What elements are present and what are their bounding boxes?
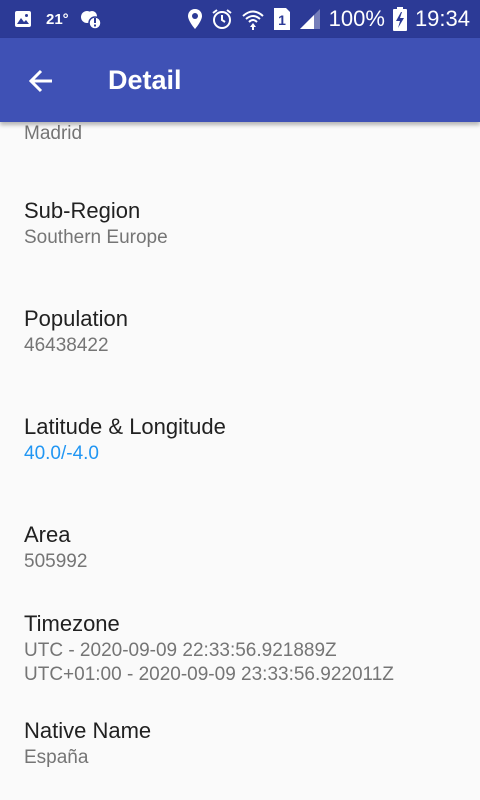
latlng-link[interactable]: 40.0/-4.0 bbox=[24, 442, 464, 466]
subregion-label: Sub-Region bbox=[24, 198, 141, 223]
temperature-text: 21° bbox=[46, 10, 69, 28]
area-value: 505992 bbox=[24, 551, 88, 572]
capital-value: Madrid bbox=[24, 123, 83, 144]
page-title: Detail bbox=[108, 65, 182, 95]
back-button[interactable] bbox=[18, 58, 64, 104]
battery-charging-icon bbox=[392, 7, 407, 31]
native-name-value: España bbox=[24, 747, 89, 768]
clock-text: 19:34 bbox=[414, 6, 470, 31]
weather-icon bbox=[79, 8, 103, 30]
population-value: 46438422 bbox=[24, 335, 109, 356]
alarm-icon bbox=[211, 8, 233, 30]
sim-slot-text: 1 bbox=[278, 12, 286, 28]
area-label: Area bbox=[24, 522, 71, 547]
status-bar-left: 21° bbox=[14, 8, 103, 30]
capital-field: Madrid bbox=[24, 122, 464, 146]
latlng-label: Latitude & Longitude bbox=[24, 414, 226, 439]
population-label: Population bbox=[24, 306, 128, 331]
area-field: Area 505992 bbox=[24, 520, 464, 574]
status-bar-right: 1 100% 19:34 bbox=[187, 6, 470, 32]
status-bar: 21° 1 100% 19:34 bbox=[0, 0, 480, 38]
detail-list[interactable]: Madrid Sub-Region Southern Europe Popula… bbox=[0, 122, 480, 800]
population-field: Population 46438422 bbox=[24, 304, 464, 358]
subregion-field: Sub-Region Southern Europe bbox=[24, 196, 464, 250]
latlng-field: Latitude & Longitude 40.0/-4.0 bbox=[24, 412, 464, 466]
native-name-field: Native Name España bbox=[24, 716, 464, 770]
app-bar: Detail bbox=[0, 38, 480, 122]
wifi-icon bbox=[241, 7, 265, 31]
battery-percent-text: 100% bbox=[328, 6, 385, 31]
gallery-icon bbox=[14, 10, 32, 28]
subregion-value: Southern Europe bbox=[24, 227, 168, 248]
sim-icon: 1 bbox=[273, 7, 291, 31]
location-icon bbox=[187, 8, 203, 30]
native-name-label: Native Name bbox=[24, 718, 152, 743]
arrow-back-icon bbox=[28, 68, 54, 94]
timezone-field: Timezone UTC - 2020-09-09 22:33:56.92188… bbox=[24, 609, 464, 687]
timezone-value-utc-plus-1: UTC+01:00 - 2020-09-09 23:33:56.922011Z bbox=[24, 664, 394, 685]
timezone-value-utc: UTC - 2020-09-09 22:33:56.921889Z bbox=[24, 640, 337, 661]
signal-icon bbox=[299, 8, 321, 30]
timezone-label: Timezone bbox=[24, 611, 120, 636]
